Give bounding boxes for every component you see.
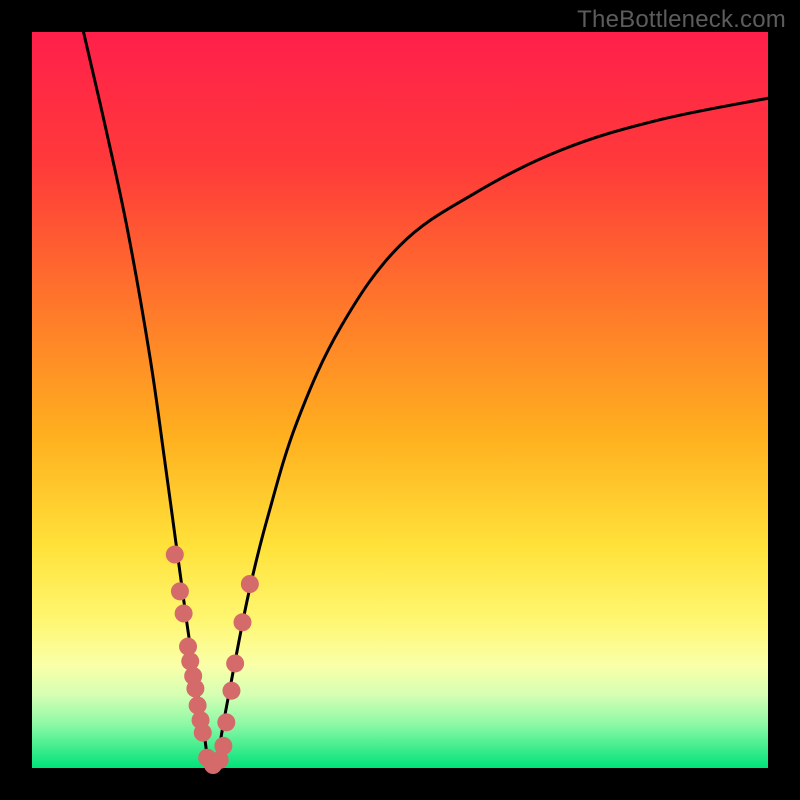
highlight-dot [194,724,212,742]
chart-stage: TheBottleneck.com [0,0,800,800]
highlight-dot [241,575,259,593]
watermark-text: TheBottleneck.com [577,6,786,34]
highlight-dot [214,737,232,755]
highlight-dot [175,604,193,622]
highlight-dot [217,713,235,731]
highlight-dot [233,613,251,631]
highlight-dot [226,654,244,672]
highlight-dot [171,582,189,600]
highlight-dot [166,546,184,564]
bottleneck-chart [0,0,800,800]
highlight-dot [222,682,240,700]
chart-plot-area [32,32,768,768]
highlight-dot [186,680,204,698]
